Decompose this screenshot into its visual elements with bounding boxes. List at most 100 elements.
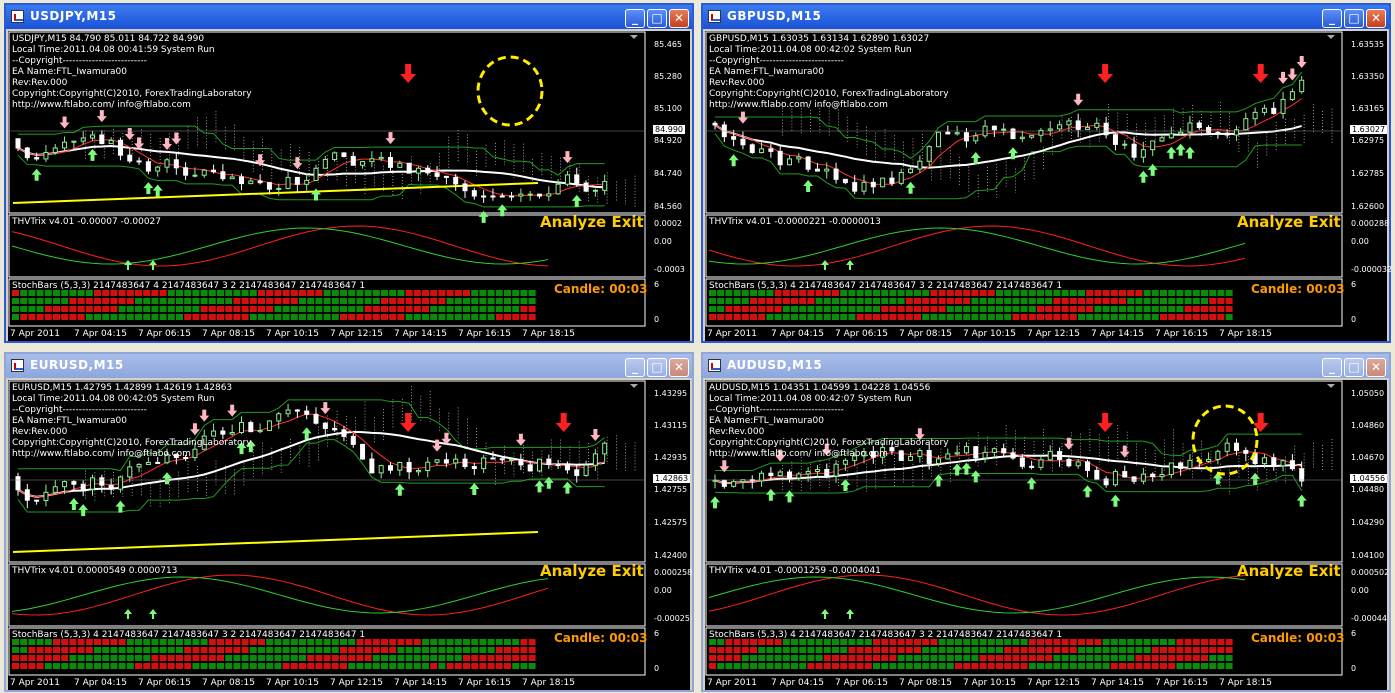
chart-window-gbpusd[interactable]: GBPUSD,M15 _ □ ✕ GBPUSD,M15 1.63035 1.6313… bbox=[701, 3, 1392, 343]
close-button[interactable]: ✕ bbox=[669, 358, 689, 377]
stoch-bar-cell bbox=[1004, 314, 1012, 320]
stoch-bar-cell bbox=[791, 647, 798, 653]
candle-body bbox=[155, 166, 161, 172]
stoch-bar-cell bbox=[208, 298, 216, 304]
indicator-scale-label: 0.0002 bbox=[654, 219, 682, 228]
stoch-bar-cell bbox=[381, 655, 388, 661]
chart-area[interactable]: USDJPY,M15 84.790 85.011 84.722 84.990 Lo… bbox=[8, 31, 690, 341]
stoch-bar-cell bbox=[1160, 290, 1167, 296]
stoch-bar-cell bbox=[512, 298, 520, 304]
candle-body bbox=[973, 135, 979, 142]
stoch-bar-cell bbox=[446, 663, 454, 669]
stoch-bar-cell bbox=[102, 314, 110, 320]
stoch-bar-cell bbox=[208, 663, 216, 669]
candle-body bbox=[201, 169, 207, 176]
candle-body bbox=[527, 464, 533, 472]
stoch-bar-cell bbox=[266, 663, 274, 669]
candle-body bbox=[71, 140, 77, 143]
candle-body bbox=[276, 413, 282, 422]
price-scale-label: 84.740 bbox=[654, 169, 682, 178]
stoch-bar-cell bbox=[85, 298, 93, 304]
stoch-bar-cell bbox=[323, 314, 331, 320]
window-titlebar[interactable]: USDJPY,M15 _ □ ✕ bbox=[6, 5, 692, 29]
chart-area[interactable]: EURUSD,M15 1.42795 1.42899 1.42619 1.428… bbox=[8, 380, 693, 690]
stoch-bar-cell bbox=[987, 655, 995, 661]
stoch-bar-cell bbox=[176, 314, 183, 320]
highlight-circle bbox=[1191, 404, 1259, 476]
stoch-bar-cell bbox=[1078, 639, 1085, 645]
candle-body bbox=[852, 182, 858, 192]
window-titlebar[interactable]: EURUSD,M15 _ □ ✕ bbox=[6, 354, 692, 378]
close-button[interactable]: ✕ bbox=[1366, 358, 1386, 377]
maximize-button[interactable]: □ bbox=[647, 358, 667, 377]
stoch-bar-cell bbox=[422, 655, 429, 661]
stoch-scale-label: 6 bbox=[1351, 629, 1357, 638]
stoch-bar-cell bbox=[1012, 655, 1020, 661]
price-scale-label: 1.62785 bbox=[1351, 169, 1385, 178]
maximize-button[interactable]: □ bbox=[647, 9, 667, 28]
stoch-bar-cell bbox=[356, 306, 364, 312]
chart-window-eurusd[interactable]: EURUSD,M15 _ □ ✕ EURUSD,M15 1.42795 1.4289… bbox=[4, 352, 694, 692]
stoch-bar-cell bbox=[282, 306, 290, 312]
window-titlebar[interactable]: GBPUSD,M15 _ □ ✕ bbox=[703, 5, 1389, 29]
stoch-bar-cell bbox=[758, 298, 766, 304]
candle-body bbox=[313, 413, 319, 424]
maximize-button[interactable]: □ bbox=[1344, 358, 1364, 377]
stoch-bar-cell bbox=[1020, 298, 1028, 304]
stoch-bar-cell bbox=[184, 314, 192, 320]
candle-body bbox=[1299, 468, 1305, 482]
minimize-button[interactable]: _ bbox=[1322, 358, 1342, 377]
close-button[interactable]: ✕ bbox=[1366, 9, 1386, 28]
stoch-bar-cell bbox=[126, 314, 134, 320]
chart-area[interactable]: AUDUSD,M15 1.04351 1.04599 1.04228 1.045… bbox=[705, 380, 1390, 690]
stoch-bar-cell bbox=[504, 306, 511, 312]
stoch-bar-cell bbox=[217, 306, 224, 312]
stoch-bar-cell bbox=[733, 306, 741, 312]
trix-buy-arrow-icon bbox=[846, 260, 854, 270]
stoch-bar-cell bbox=[905, 298, 913, 304]
minimize-button[interactable]: _ bbox=[1322, 9, 1342, 28]
indicator-scale-label: 0.000258 bbox=[654, 568, 693, 577]
chart-window-usdjpy[interactable]: USDJPY,M15 _ □ ✕ USDJPY,M15 84.790 85.011 … bbox=[4, 3, 694, 343]
candle-body bbox=[555, 183, 561, 195]
stoch-bar-cell bbox=[397, 298, 405, 304]
candle-body bbox=[583, 182, 589, 192]
stoch-bar-cell bbox=[438, 290, 446, 296]
chart-window-audusd[interactable]: AUDUSD,M15 _ □ ✕ AUDUSD,M15 1.04351 1.0459… bbox=[701, 352, 1391, 692]
stoch-bar-cell bbox=[258, 647, 265, 653]
stoch-bar-cell bbox=[1045, 306, 1053, 312]
window-titlebar[interactable]: AUDUSD,M15 _ □ ✕ bbox=[703, 354, 1389, 378]
candle-body bbox=[1224, 132, 1230, 136]
chart-info-line: http://www.ftlabo.com/ info@ftlabo.com bbox=[12, 100, 191, 110]
channel-upper-line bbox=[18, 125, 605, 176]
indicator-scale-label: 0.000502 bbox=[1351, 568, 1390, 577]
chart-area[interactable]: GBPUSD,M15 1.63035 1.63134 1.62890 1.630… bbox=[705, 31, 1392, 341]
stoch-bar-cell bbox=[512, 306, 520, 312]
stoch-bar-cell bbox=[782, 663, 790, 669]
stoch-bar-cell bbox=[1020, 663, 1028, 669]
stoch-bar-cell bbox=[1127, 306, 1135, 312]
strong-sell-arrow-icon bbox=[1097, 413, 1114, 432]
stoch-bar-cell bbox=[1217, 639, 1225, 645]
stoch-bar-cell bbox=[823, 298, 831, 304]
candle-body bbox=[462, 183, 468, 192]
candle-body bbox=[917, 160, 923, 170]
stoch-bar-cell bbox=[1225, 655, 1233, 661]
stoch-bar-cell bbox=[479, 298, 487, 304]
stoch-bar-cell bbox=[955, 306, 962, 312]
stoch-bar-cell bbox=[930, 647, 938, 653]
stoch-bar-cell bbox=[381, 306, 388, 312]
stoch-bar-cell bbox=[77, 298, 85, 304]
maximize-button[interactable]: □ bbox=[1344, 9, 1364, 28]
candle-body bbox=[1178, 462, 1184, 469]
stoch-bar-cell bbox=[233, 647, 241, 653]
candle-body bbox=[833, 168, 839, 180]
minimize-button[interactable]: _ bbox=[625, 358, 645, 377]
stoch-bar-cell bbox=[225, 663, 233, 669]
candle-body bbox=[257, 430, 263, 433]
stoch-bar-cell bbox=[389, 290, 397, 296]
stoch-bar-cell bbox=[118, 306, 126, 312]
minimize-button[interactable]: _ bbox=[625, 9, 645, 28]
close-button[interactable]: ✕ bbox=[669, 9, 689, 28]
trix-buy-arrow-icon bbox=[846, 609, 854, 619]
